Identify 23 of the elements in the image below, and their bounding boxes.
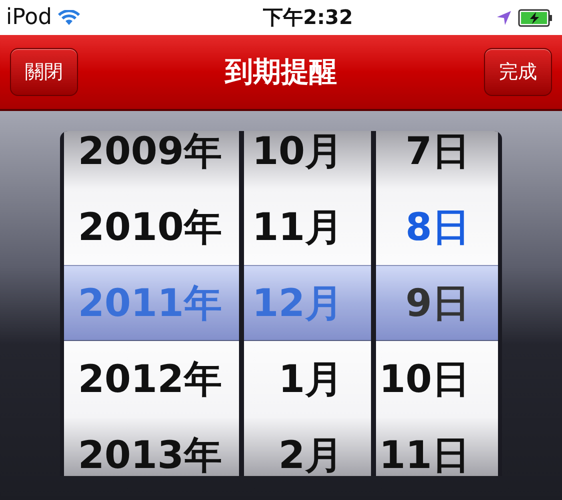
carrier-name: iPod [6, 5, 52, 30]
location-arrow-icon [496, 10, 512, 26]
picker-value[interactable]: 2月 [278, 430, 343, 476]
picker-value[interactable]: 11月 [252, 202, 343, 252]
picker-wheel[interactable]: 2009年 2010年 2011年 2012年 2013年 [64, 131, 239, 476]
battery-icon [518, 8, 554, 26]
done-button[interactable]: 完成 [484, 48, 552, 96]
picker-value[interactable]: 1月 [278, 354, 343, 404]
picker-wheel[interactable]: 7日 8日 9日 10日 11日 [376, 131, 498, 476]
picker-value[interactable]: 2010年 [78, 202, 222, 252]
picker-value[interactable]: 10日 [379, 354, 470, 404]
clock-time: 下午2:32 [262, 4, 354, 31]
picker-value[interactable]: 11日 [379, 430, 470, 476]
picker-value[interactable]: 10月 [252, 131, 343, 176]
wifi-icon [58, 10, 80, 26]
picker-value[interactable]: 2013年 [78, 430, 222, 476]
picker-value[interactable]: 8日 [406, 202, 470, 252]
picker-value[interactable]: 7日 [406, 131, 470, 176]
close-button[interactable]: 關閉 [10, 48, 78, 96]
picker-value[interactable]: 2009年 [78, 131, 222, 176]
picker-value[interactable]: 2012年 [78, 354, 222, 404]
nav-title: 到期提醒 [225, 54, 337, 90]
picker-wheel[interactable]: 10月 11月 12月 1月 2月 [244, 131, 371, 476]
